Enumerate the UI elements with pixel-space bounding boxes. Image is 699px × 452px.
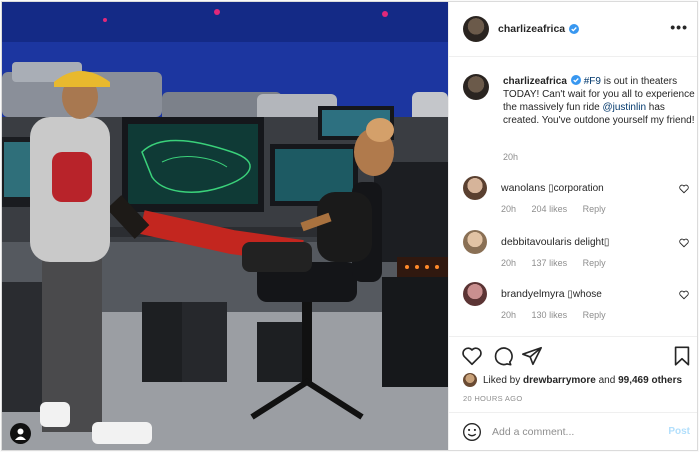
mention-link[interactable]: @justinlin (603, 102, 647, 113)
comment-text: wanolans ▯corporation (501, 182, 604, 194)
reply-button[interactable]: Reply (583, 258, 606, 268)
author-username[interactable]: charlizeafrica (498, 23, 565, 35)
comment-body: ▯corporation (548, 183, 604, 194)
avatar[interactable] (463, 176, 487, 200)
reply-button[interactable]: Reply (583, 310, 606, 320)
likes-count[interactable]: 99,469 others (618, 375, 682, 386)
avatar[interactable] (463, 282, 487, 306)
more-options-icon[interactable]: ••• (670, 20, 688, 34)
avatar[interactable] (463, 373, 477, 387)
heart-icon[interactable] (679, 290, 689, 300)
comment-username[interactable]: wanolans (501, 182, 545, 194)
verified-badge-icon (569, 24, 580, 34)
comment-item: brandyelmyra ▯whose 20h 130 likes Reply (463, 282, 695, 326)
comment-time[interactable]: 20h (501, 258, 516, 268)
comment-body: ▯whose (567, 289, 602, 300)
comment-meta: 20h 137 likes Reply (501, 258, 619, 268)
comment-username[interactable]: brandyelmyra (501, 288, 565, 300)
comment-item: wanolans ▯corporation 20h 204 likes Repl… (463, 176, 695, 220)
comment-likes[interactable]: 204 likes (532, 204, 568, 214)
comment-likes[interactable]: 130 likes (532, 310, 568, 320)
post-sidebar: charlizeafrica ••• charlizeafrica #F9 is… (448, 2, 697, 450)
likes-middle: and (598, 374, 616, 386)
bookmark-icon[interactable] (671, 345, 693, 367)
hashtag-link[interactable]: #F9 (584, 76, 601, 87)
paper-plane-icon[interactable] (521, 345, 543, 367)
post-date[interactable]: 20 HOURS AGO (463, 394, 522, 403)
heart-icon[interactable] (679, 238, 689, 248)
comment-meta: 20h 130 likes Reply (501, 310, 619, 320)
reply-button[interactable]: Reply (583, 204, 606, 214)
verified-badge-icon (570, 75, 581, 85)
caption-text: charlizeafrica #F9 is out in theaters TO… (503, 75, 695, 127)
comment-likes[interactable]: 137 likes (532, 258, 568, 268)
photo-scene (2, 2, 448, 450)
user-tag-icon[interactable] (10, 423, 31, 444)
caption-timestamp[interactable]: 20h (503, 152, 518, 162)
comment-username[interactable]: debbitavoularis (501, 236, 572, 248)
instagram-post-modal: charlizeafrica ••• charlizeafrica #F9 is… (1, 1, 698, 451)
post-comment-button[interactable]: Post (668, 426, 690, 437)
heart-icon[interactable] (461, 345, 483, 367)
post-header: charlizeafrica ••• (449, 2, 697, 57)
comment-text: debbitavoularis delight▯ (501, 236, 609, 248)
heart-icon[interactable] (679, 184, 689, 194)
smiley-icon[interactable] (462, 422, 482, 442)
likes-prefix: Liked by (483, 374, 521, 386)
avatar[interactable] (463, 230, 487, 254)
likes-summary: Liked by drewbarrymore and 99,469 others (463, 373, 682, 387)
post-photo[interactable] (2, 2, 448, 450)
add-comment-bar: Post (449, 412, 697, 450)
comment-time[interactable]: 20h (501, 204, 516, 214)
avatar[interactable] (463, 16, 489, 42)
comment-meta: 20h 204 likes Reply (501, 204, 619, 214)
comment-text: brandyelmyra ▯whose (501, 288, 602, 300)
comment-time[interactable]: 20h (501, 310, 516, 320)
comments-list[interactable]: charlizeafrica #F9 is out in theaters TO… (449, 58, 697, 336)
comment-input[interactable] (492, 423, 652, 441)
liked-by-user[interactable]: drewbarrymore (523, 375, 596, 386)
avatar[interactable] (463, 74, 489, 100)
comment-item: debbitavoularis delight▯ 20h 137 likes R… (463, 230, 695, 274)
comment-body: delight▯ (574, 237, 610, 248)
caption-username[interactable]: charlizeafrica (503, 76, 567, 87)
post-actions: Liked by drewbarrymore and 99,469 others… (449, 336, 697, 412)
comment-icon[interactable] (491, 345, 513, 367)
